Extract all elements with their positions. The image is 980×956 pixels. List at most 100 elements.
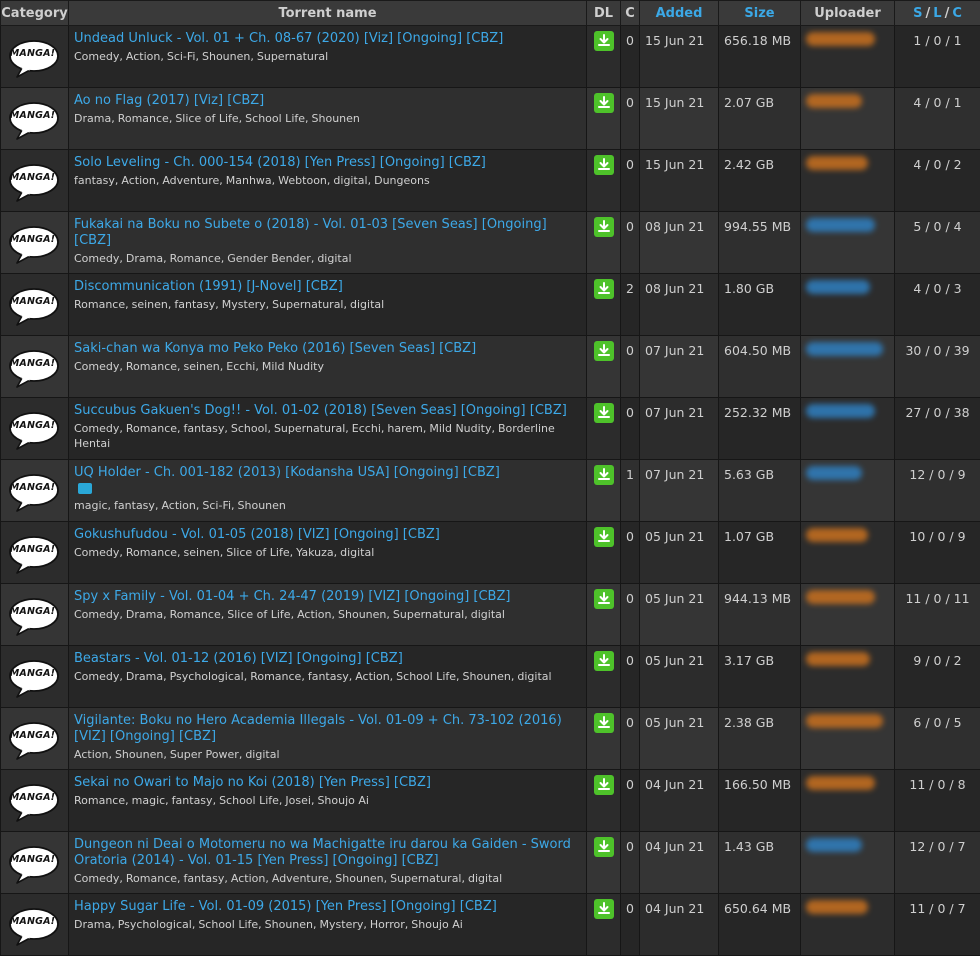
manga-category-icon[interactable]: MANGA! [8,223,62,263]
tag-link[interactable]: Action [74,748,108,761]
tag-link[interactable]: School Life [245,112,305,125]
tag-link[interactable]: fantasy [174,298,215,311]
comments-count[interactable]: 0 [621,150,640,212]
tag-link[interactable]: Slice of Life [175,112,238,125]
uploader-name-blurred[interactable] [806,528,868,542]
torrent-title-link[interactable]: Spy x Family - Vol. 01-04 + Ch. 24-47 (2… [74,589,580,605]
tag-link[interactable]: seinen [132,298,168,311]
manga-category-icon[interactable]: MANGA! [8,347,62,387]
tag-link[interactable]: Comedy [74,50,119,63]
tag-link[interactable]: Dungeons [374,174,430,187]
tag-link[interactable]: Supernatural [393,608,464,621]
tag-link[interactable]: Slice of Life [226,546,289,559]
comments-count[interactable]: 1 [621,460,640,522]
tag-link[interactable]: Romance [170,608,221,621]
torrent-title-link[interactable]: Dungeon ni Deai o Motomeru no wa Machiga… [74,837,580,869]
tag-link[interactable]: Manhwa [226,174,272,187]
torrent-title-link[interactable]: Vigilante: Boku no Hero Academia Illegal… [74,713,580,745]
tag-link[interactable]: fantasy [308,670,349,683]
uploader-name-blurred[interactable] [806,32,875,46]
uploader-name-blurred[interactable] [806,838,862,852]
tag-link[interactable]: digital [471,608,505,621]
manga-category-icon[interactable]: MANGA! [8,719,62,759]
tag-link[interactable]: seinen [184,360,220,373]
tag-link[interactable]: Comedy [74,872,119,885]
download-icon[interactable] [594,279,614,299]
download-icon[interactable] [594,155,614,175]
download-icon[interactable] [594,31,614,51]
tag-link[interactable]: Horror [370,918,405,931]
tag-link[interactable]: Supernatural [390,872,461,885]
tag-link[interactable]: Mystery [320,918,364,931]
manga-category-icon[interactable]: MANGA! [8,781,62,821]
tag-link[interactable]: Ecchi [352,422,381,435]
tag-link[interactable]: Action [297,608,331,621]
tag-link[interactable]: Comedy [74,546,119,559]
tag-link[interactable]: fantasy [74,174,115,187]
tag-link[interactable]: Romance [126,360,177,373]
uploader-name-blurred[interactable] [806,156,868,170]
tag-link[interactable]: Romance [126,872,177,885]
comments-count[interactable]: 0 [621,336,640,398]
torrent-title-link[interactable]: Happy Sugar Life - Vol. 01-09 (2015) [Ye… [74,899,580,915]
tag-link[interactable]: fantasy [114,499,155,512]
download-icon[interactable] [594,341,614,361]
torrent-title-link[interactable]: Solo Leveling - Ch. 000-154 (2018) [Yen … [74,155,580,171]
tag-link[interactable]: magic [132,794,166,807]
tag-link[interactable]: Romance [74,794,125,807]
tag-link[interactable]: Shounen [335,872,383,885]
tag-link[interactable]: Shoujo Ai [411,918,463,931]
manga-category-icon[interactable]: MANGA! [8,657,62,697]
tag-link[interactable]: School [231,422,268,435]
tag-link[interactable]: digital [333,174,367,187]
tag-link[interactable]: Shoujo Ai [317,794,369,807]
manga-category-icon[interactable]: MANGA! [8,471,62,511]
uploader-name-blurred[interactable] [806,714,883,728]
tag-link[interactable]: magic [74,499,108,512]
uploader-name-blurred[interactable] [806,652,870,666]
tag-link[interactable]: Shounen [463,670,511,683]
tag-link[interactable]: harem [387,422,422,435]
tag-link[interactable]: Drama [74,918,111,931]
tag-link[interactable]: Romance [74,298,125,311]
tag-link[interactable]: digital [350,298,384,311]
uploader-name-blurred[interactable] [806,280,870,294]
tag-link[interactable]: School Life [198,918,258,931]
col-size-header[interactable]: Size [719,1,801,26]
info-icon[interactable] [78,483,92,494]
tag-link[interactable]: Psychological [118,918,192,931]
tag-link[interactable]: Supernatural [274,422,345,435]
tag-link[interactable]: Action [231,872,265,885]
tag-link[interactable]: fantasy [184,422,225,435]
tag-link[interactable]: Drama [126,252,163,265]
download-icon[interactable] [594,651,614,671]
torrent-title-link[interactable]: Beastars - Vol. 01-12 (2016) [VIZ] [Ongo… [74,651,580,667]
uploader-name-blurred[interactable] [806,590,875,604]
tag-link[interactable]: Action [126,50,160,63]
tag-link[interactable]: Drama [74,112,111,125]
comments-count[interactable]: 0 [621,832,640,894]
tag-link[interactable]: Shounen [238,499,286,512]
tag-link[interactable]: Shounen [312,112,360,125]
tag-link[interactable]: Comedy [74,360,119,373]
uploader-name-blurred[interactable] [806,466,862,480]
tag-link[interactable]: Slice of Life [227,608,290,621]
tag-link[interactable]: Gender Bender [227,252,311,265]
download-icon[interactable] [594,93,614,113]
manga-category-icon[interactable]: MANGA! [8,161,62,201]
tag-link[interactable]: Action [161,499,195,512]
tag-link[interactable]: School Life [219,794,279,807]
tag-link[interactable]: Adventure [272,872,329,885]
download-icon[interactable] [594,713,614,733]
manga-category-icon[interactable]: MANGA! [8,843,62,883]
uploader-name-blurred[interactable] [806,776,875,790]
tag-link[interactable]: Webtoon [278,174,327,187]
tag-link[interactable]: Action [355,670,389,683]
tag-link[interactable]: Shounen [202,50,250,63]
comments-count[interactable]: 0 [621,708,640,770]
tag-link[interactable]: Shounen [265,918,313,931]
comments-count[interactable]: 0 [621,212,640,274]
tag-link[interactable]: Mystery [222,298,266,311]
manga-category-icon[interactable]: MANGA! [8,285,62,325]
uploader-name-blurred[interactable] [806,218,875,232]
